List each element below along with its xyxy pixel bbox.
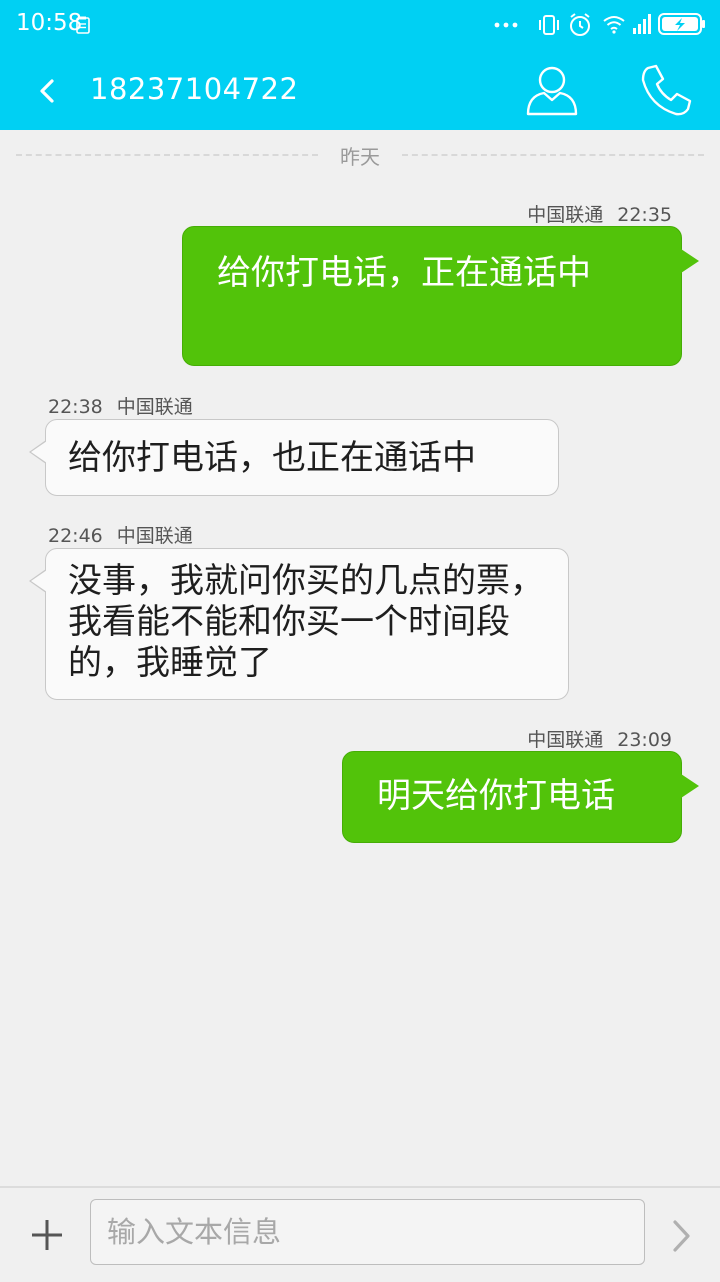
- status-bar: 10:58: [0, 0, 720, 50]
- message-meta: 22:38 中国联通: [48, 392, 193, 419]
- conversation-header: 18237104722: [0, 50, 720, 130]
- bubble-tail: [681, 249, 699, 273]
- phone-icon[interactable]: [636, 60, 696, 120]
- outgoing-message-bubble[interactable]: 明天给你打电话: [342, 751, 699, 843]
- incoming-message-bubble[interactable]: 给你打电话，也正在通话中: [29, 419, 559, 496]
- more-dots-icon: [494, 22, 518, 28]
- status-time: 10:58: [16, 10, 83, 36]
- bubble-tail-fill: [31, 441, 47, 463]
- message-input[interactable]: [90, 1199, 645, 1265]
- message-carrier: 中国联通: [527, 729, 604, 751]
- battery-charging-icon: [658, 13, 705, 35]
- message-text: 给你打电话，也正在通话中: [68, 438, 476, 478]
- person-icon[interactable]: [522, 60, 582, 120]
- bubble-tail: [681, 774, 699, 798]
- message-meta: 中国联通 23:09: [527, 725, 672, 752]
- message-meta: 22:46 中国联通: [48, 521, 193, 548]
- outgoing-message-bubble[interactable]: 给你打电话，正在通话中: [182, 226, 699, 366]
- signal-icon: [633, 14, 651, 34]
- message-text: 没事，我就问你买的几点的票，我看能不能和你买一个时间段的，我睡觉了: [68, 561, 544, 683]
- message-time: 22:46: [48, 525, 103, 547]
- incoming-message-bubble[interactable]: 没事，我就问你买的几点的票，我看能不能和你买一个时间段的，我睡觉了: [29, 548, 569, 700]
- divider-line: [16, 154, 318, 156]
- message-time: 22:35: [617, 204, 672, 226]
- message-time: 23:09: [617, 729, 672, 751]
- message-text: 给你打电话，正在通话中: [217, 253, 591, 293]
- date-divider: 昨天: [16, 140, 704, 170]
- divider-line: [402, 154, 704, 156]
- wifi-icon: [603, 16, 625, 34]
- message-carrier: 中国联通: [527, 204, 604, 226]
- clipboard-icon: [76, 16, 90, 34]
- vibrate-icon: [539, 15, 559, 35]
- chevron-right-icon[interactable]: [666, 1216, 696, 1256]
- bubble-tail-fill: [31, 570, 47, 592]
- message-composer: [0, 1186, 720, 1282]
- alarm-icon: [570, 13, 590, 36]
- message-text: 明天给你打电话: [377, 776, 615, 816]
- contact-number: 18237104722: [90, 72, 299, 106]
- plus-icon[interactable]: [24, 1212, 70, 1258]
- message-carrier: 中国联通: [116, 396, 193, 418]
- chevron-left-icon[interactable]: [30, 72, 66, 110]
- message-meta: 中国联通 22:35: [527, 200, 672, 227]
- date-label: 昨天: [340, 144, 380, 169]
- message-carrier: 中国联通: [116, 525, 193, 547]
- message-time: 22:38: [48, 396, 103, 418]
